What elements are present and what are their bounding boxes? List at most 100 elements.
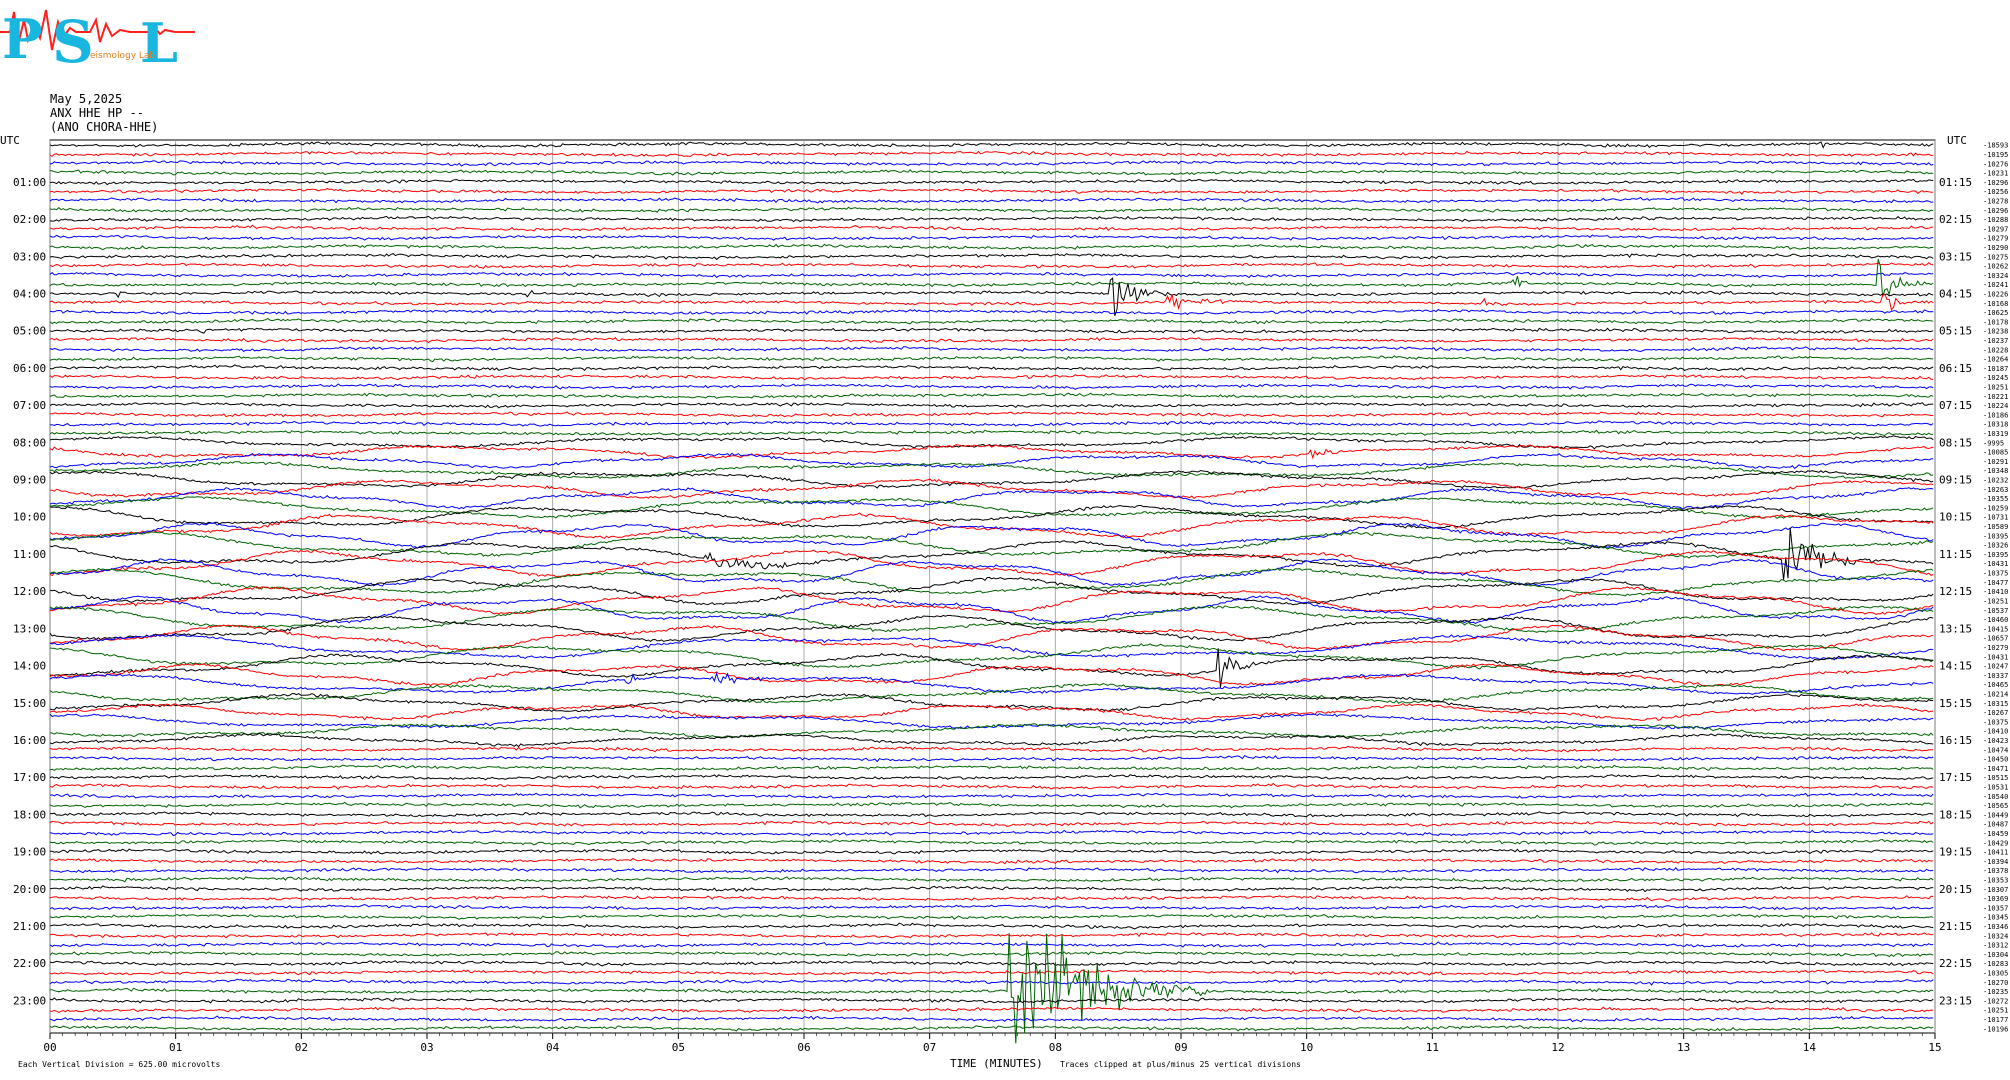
trace-offset-label: -10272	[1983, 997, 2008, 1005]
seismic-trace	[49, 420, 1934, 427]
trace-offset-label: -10245	[1983, 374, 2008, 382]
seismic-trace	[49, 801, 1934, 809]
trace-offset-label: -10537	[1983, 607, 2008, 615]
trace-offset-label: -10288	[1983, 216, 2008, 224]
hour-label-left: 11:00	[13, 548, 46, 561]
trace-offset-label: -10731	[1983, 514, 2008, 522]
seismic-trace	[49, 487, 1934, 510]
trace-offset-label: -10431	[1983, 653, 2008, 661]
trace-offset-label: -10231	[1983, 170, 2008, 178]
trace-offset-label: -10247	[1983, 663, 2008, 671]
seismic-trace	[49, 820, 1934, 828]
trace-offset-label: -10449	[1983, 811, 2008, 819]
x-tick-label: 12	[1551, 1041, 1564, 1054]
trace-offset-label: -10296	[1983, 207, 2008, 215]
hour-label-left: 13:00	[13, 622, 46, 635]
hour-label-left: 10:00	[13, 511, 46, 524]
hour-label-right: 20:15	[1939, 883, 1972, 896]
hour-label-left: 12:00	[13, 585, 46, 598]
trace-offset-label: -10346	[1983, 923, 2008, 931]
trace-offset-label: -10283	[1983, 960, 2008, 968]
seismic-trace	[49, 364, 1934, 371]
helicorder-plot: 00 01 02 03 04 05 06 07 08 09 10 11 12 13 14 15 UTC UTC -1…	[0, 134, 2008, 1070]
trace-offset-label: -18593	[1983, 142, 2008, 150]
seismic-trace	[49, 838, 1934, 846]
trace-offset-label: -10471	[1983, 765, 2008, 773]
trace-offset-label: -10221	[1983, 393, 2008, 401]
clip-note: Traces clipped at plus/minus 25 vertical…	[1060, 1060, 1301, 1069]
hour-label-right: 14:15	[1939, 660, 1972, 673]
trace-offset-label: -10540	[1983, 793, 2008, 801]
seismic-trace	[49, 792, 1934, 799]
seismic-trace	[49, 402, 1934, 409]
hour-label-left: 02:00	[13, 213, 46, 226]
trace-offset-label: -10353	[1983, 877, 2008, 885]
seismic-trace	[49, 444, 1934, 460]
trace-offset-label: -10251	[1983, 597, 2008, 605]
trace-offset-label: -10357	[1983, 904, 2008, 912]
hour-label-left: 15:00	[13, 697, 46, 710]
seismic-trace	[49, 355, 1934, 363]
seismic-trace	[49, 960, 1934, 967]
trace-offset-label: -10187	[1983, 365, 2008, 373]
x-tick-label: 05	[672, 1041, 685, 1054]
seismic-trace	[49, 1025, 1934, 1032]
seismic-trace	[49, 271, 1934, 279]
trace-offset-label: -10487	[1983, 821, 2008, 829]
trace-offset-label: -10291	[1983, 458, 2008, 466]
seismic-trace	[49, 1015, 1934, 1023]
seismic-trace	[49, 754, 1934, 763]
seismic-trace	[49, 429, 1934, 437]
hour-label-left: 08:00	[13, 436, 46, 449]
x-tick-label: 01	[169, 1041, 182, 1054]
hour-label-left: 16:00	[13, 734, 46, 747]
trace-offset-label: -10262	[1983, 263, 2008, 271]
seismic-trace	[49, 309, 1934, 316]
seismic-trace	[49, 941, 1934, 948]
seismic-trace	[49, 913, 1934, 920]
hour-label-right: 07:15	[1939, 399, 1972, 412]
seismic-trace	[49, 723, 1934, 739]
trace-offset-label: -10085	[1983, 449, 2008, 457]
trace-offset-label: -10345	[1983, 914, 2008, 922]
trace-offset-label: -10395	[1983, 532, 2008, 540]
seismic-trace	[49, 259, 1934, 297]
x-tick-label: 00	[43, 1041, 56, 1054]
seismic-trace	[49, 317, 1934, 325]
hour-label-left: 14:00	[13, 660, 46, 673]
hour-label-right: 23:15	[1939, 994, 1972, 1007]
trace-offset-label: -10450	[1983, 756, 2008, 764]
seismic-trace	[49, 876, 1934, 883]
trace-offset-label: -10251	[1983, 1007, 2008, 1015]
hour-label-right: 08:15	[1939, 436, 1972, 449]
trace-offset-label: -10423	[1983, 737, 2008, 745]
trace-offset-label: -10474	[1983, 746, 2008, 754]
hour-label-left: 17:00	[13, 771, 46, 784]
x-tick-label: 07	[923, 1041, 936, 1054]
hour-label-right: 06:15	[1939, 362, 1972, 375]
hour-label-left: 20:00	[13, 883, 46, 896]
seismic-trace	[49, 374, 1934, 381]
x-tick-label: 10	[1300, 1041, 1313, 1054]
seismic-trace	[49, 922, 1934, 930]
hour-label-left: 21:00	[13, 920, 46, 933]
trace-offset-label: -10411	[1983, 849, 2008, 857]
seismic-trace	[49, 643, 1934, 670]
x-tick-label: 02	[295, 1041, 308, 1054]
trace-offset-label: -10531	[1983, 783, 2008, 791]
seismic-trace	[49, 648, 1934, 688]
seismic-trace	[49, 293, 1934, 311]
x-axis-label: TIME (MINUTES)	[950, 1057, 1043, 1070]
hour-label-left: 03:00	[13, 250, 46, 263]
seismic-trace	[49, 234, 1934, 241]
seismic-trace	[49, 496, 1934, 519]
trace-offset-label: -10275	[1983, 253, 2008, 261]
seismic-trace	[49, 253, 1934, 261]
seismic-trace	[49, 327, 1934, 334]
seismic-trace	[49, 586, 1934, 615]
trace-offset-label: -10415	[1983, 625, 2008, 633]
seismic-trace	[49, 478, 1934, 500]
hour-label-right: 04:15	[1939, 287, 1972, 300]
trace-offset-label: -10459	[1983, 830, 2008, 838]
seismic-trace	[49, 188, 1934, 195]
